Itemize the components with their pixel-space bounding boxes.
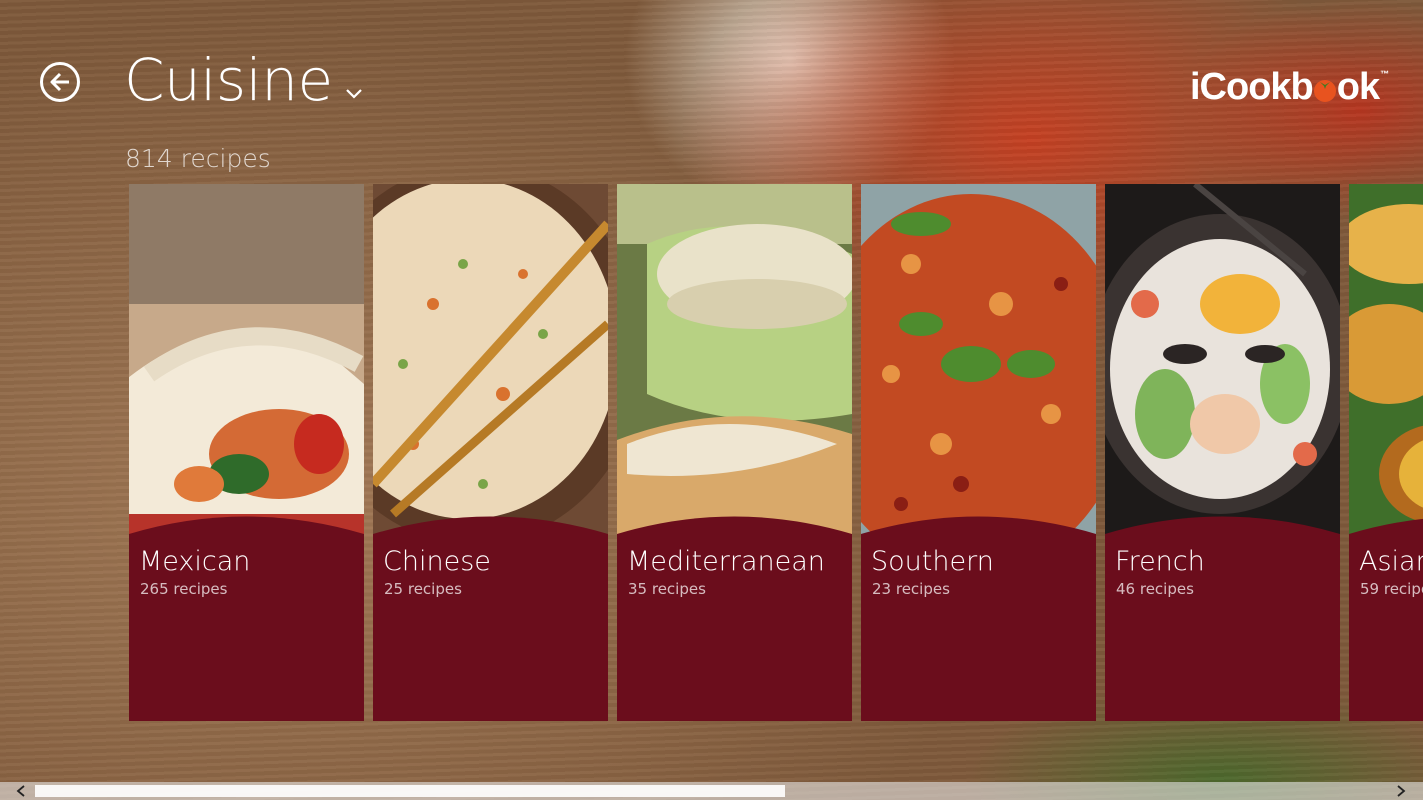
- app-logo: iCookb ok ™: [1190, 66, 1389, 109]
- tile-asian[interactable]: Asian 59 recipes: [1349, 184, 1423, 721]
- mediterranean-food-image: [617, 184, 852, 539]
- scroll-right-button[interactable]: [1392, 782, 1410, 800]
- horizontal-scrollbar[interactable]: [0, 782, 1423, 800]
- logo-text-start: iCookb: [1190, 66, 1314, 108]
- back-button[interactable]: [40, 62, 80, 102]
- mexican-food-image: [129, 184, 364, 539]
- tile-chinese[interactable]: Chinese 25 recipes: [373, 184, 608, 721]
- tile-title: Southern: [871, 546, 994, 577]
- tile-title: Asian: [1359, 546, 1423, 577]
- tile-mediterranean[interactable]: Mediterranean 35 recipes: [617, 184, 852, 721]
- tomato-icon: [1313, 80, 1336, 102]
- cuisine-tiles: Mexican 265 recipes Chinese 25 recipes M…: [129, 184, 1423, 721]
- french-food-image: [1105, 184, 1340, 539]
- tile-count: 59 recipes: [1360, 580, 1423, 598]
- chevron-down-icon: [345, 89, 362, 99]
- back-arrow-icon: [50, 72, 69, 92]
- tile-title: Chinese: [383, 546, 491, 577]
- tile-title: French: [1115, 546, 1205, 577]
- southern-food-image: [861, 184, 1096, 539]
- page-title-menu[interactable]: Cuisine: [124, 46, 363, 114]
- recipe-count: 814 recipes: [125, 144, 271, 173]
- scroll-left-button[interactable]: [12, 782, 30, 800]
- tile-mexican[interactable]: Mexican 265 recipes: [129, 184, 364, 721]
- tile-count: 35 recipes: [628, 580, 706, 598]
- tile-count: 25 recipes: [384, 580, 462, 598]
- tile-french[interactable]: French 46 recipes: [1105, 184, 1340, 721]
- trademark: ™: [1380, 69, 1389, 79]
- tile-count: 46 recipes: [1116, 580, 1194, 598]
- asian-food-image: [1349, 184, 1423, 539]
- page-title: Cuisine: [124, 46, 333, 114]
- tile-southern[interactable]: Southern 23 recipes: [861, 184, 1096, 721]
- tile-count: 23 recipes: [872, 580, 950, 598]
- tile-title: Mexican: [139, 546, 251, 577]
- tile-count: 265 recipes: [140, 580, 228, 598]
- tile-title: Mediterranean: [627, 546, 825, 577]
- scroll-left-icon: [16, 785, 25, 797]
- chinese-food-image: [373, 184, 608, 539]
- logo-text-end: ok: [1336, 66, 1380, 108]
- scrollbar-thumb[interactable]: [35, 785, 785, 797]
- scroll-right-icon: [1397, 785, 1406, 797]
